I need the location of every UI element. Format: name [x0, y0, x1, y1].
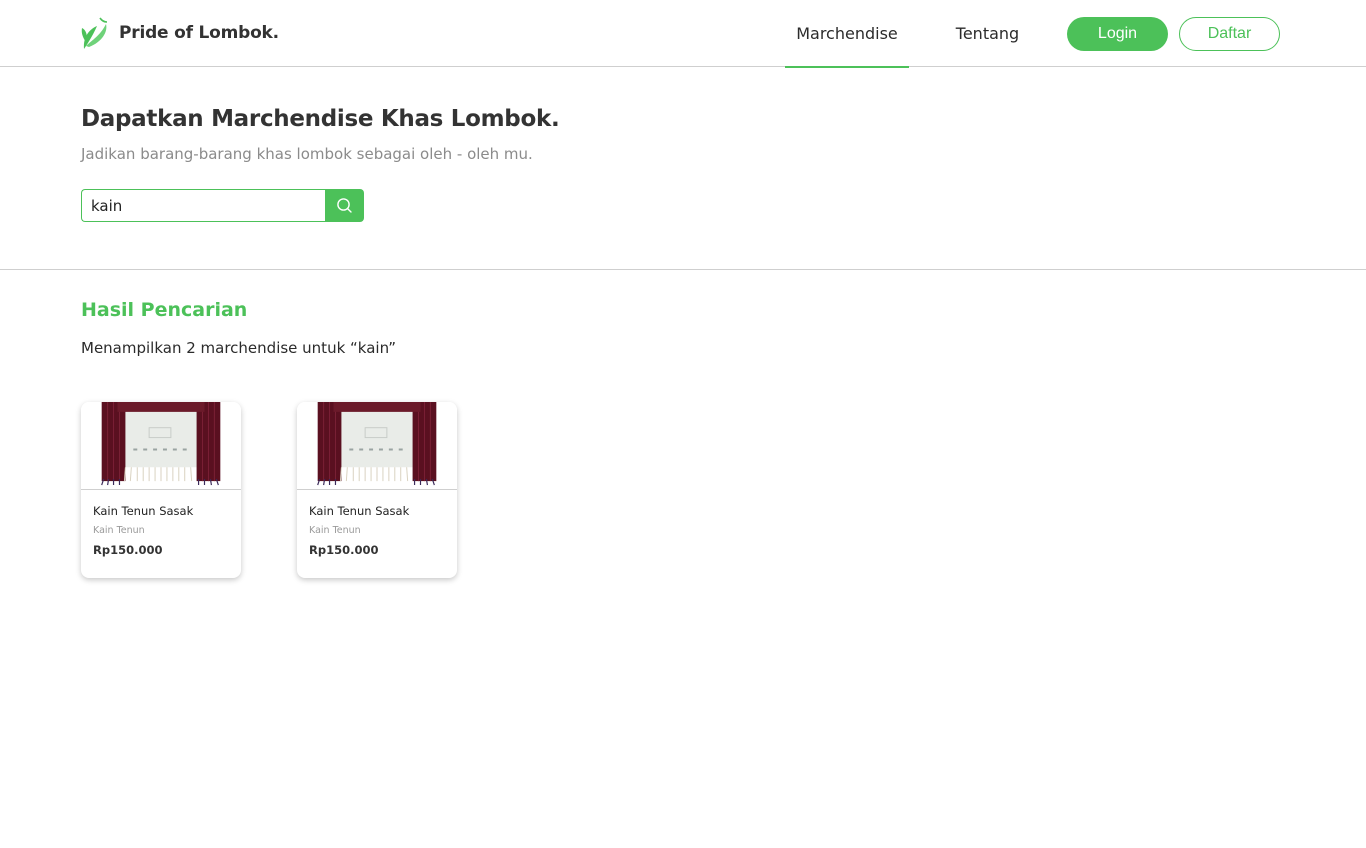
login-button[interactable]: Login: [1067, 17, 1168, 51]
results-summary: Menampilkan 2 marchendise untuk “kain”: [81, 339, 397, 357]
nav-tentang[interactable]: Tentang: [940, 0, 1035, 67]
brand-name: Pride of Lombok.: [119, 23, 279, 43]
page-title: Dapatkan Marchendise Khas Lombok.: [81, 106, 560, 132]
woven-cloth-image: [297, 402, 457, 490]
product-card[interactable]: Kain Tenun Sasak Kain Tenun Rp150.000: [297, 402, 457, 578]
results-title: Hasil Pencarian: [81, 299, 248, 321]
search-button[interactable]: [325, 189, 364, 222]
search-icon: [337, 198, 352, 213]
product-category: Kain Tenun: [93, 525, 145, 536]
product-price: Rp150.000: [309, 543, 379, 557]
product-price: Rp150.000: [93, 543, 163, 557]
product-name: Kain Tenun Sasak: [309, 504, 410, 518]
section-divider: [0, 269, 1366, 270]
register-button[interactable]: Daftar: [1179, 17, 1280, 51]
nav-tentang-label: Tentang: [955, 24, 1020, 43]
site-header: Pride of Lombok. Marchendise Tentang Log…: [0, 0, 1366, 68]
brand[interactable]: Pride of Lombok.: [80, 16, 279, 50]
product-category: Kain Tenun: [309, 525, 361, 536]
nav-marchendise-label: Marchendise: [796, 24, 898, 43]
search-input[interactable]: [81, 189, 325, 222]
search-bar: [81, 189, 364, 222]
product-card[interactable]: Kain Tenun Sasak Kain Tenun Rp150.000: [81, 402, 241, 578]
page-subtitle: Jadikan barang-barang khas lombok sebaga…: [81, 145, 533, 163]
active-nav-indicator: [785, 66, 909, 68]
woven-cloth-image: [81, 402, 241, 490]
product-name: Kain Tenun Sasak: [93, 504, 194, 518]
leaf-logo-icon: [81, 17, 108, 49]
nav-marchendise[interactable]: Marchendise: [785, 0, 909, 68]
